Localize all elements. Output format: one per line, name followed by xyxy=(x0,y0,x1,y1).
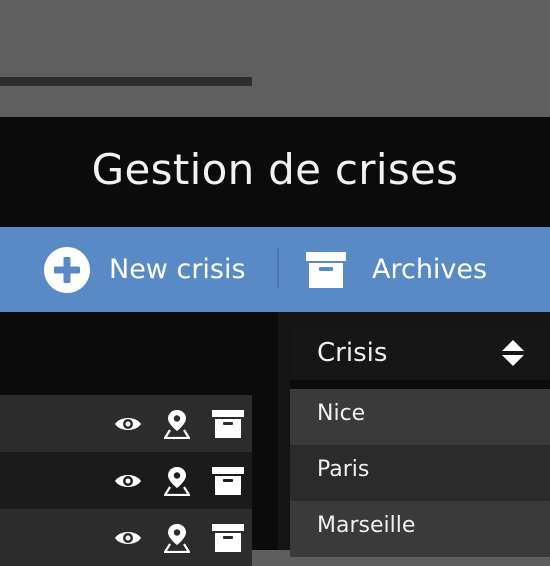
left-list-row xyxy=(0,395,252,452)
view-icon[interactable] xyxy=(114,528,142,548)
action-toolbar: New crisis Archives xyxy=(0,227,550,312)
sort-updown-icon[interactable] xyxy=(501,339,525,371)
plus-circle-icon xyxy=(43,246,91,294)
crisis-item-label: Paris xyxy=(317,457,370,482)
map-pin-icon[interactable] xyxy=(164,409,190,439)
top-gray-band xyxy=(0,0,550,117)
archive-icon[interactable] xyxy=(212,466,244,496)
toolbar-divider xyxy=(277,248,279,288)
view-icon[interactable] xyxy=(114,414,142,434)
app-title: Gestion de crises xyxy=(91,145,459,194)
app-header: Gestion de crises xyxy=(0,117,550,227)
map-pin-icon[interactable] xyxy=(164,466,190,496)
crisis-list-item[interactable]: Paris xyxy=(290,445,550,501)
crisis-item-label: Marseille xyxy=(317,513,416,538)
new-crisis-label: New crisis xyxy=(109,253,246,285)
left-list-row xyxy=(0,509,252,566)
crisis-item-label: Nice xyxy=(317,401,366,426)
view-icon[interactable] xyxy=(114,471,142,491)
crisis-column-label: Crisis xyxy=(317,338,388,368)
archive-box-icon xyxy=(305,250,347,290)
archive-icon[interactable] xyxy=(212,523,244,553)
archive-icon[interactable] xyxy=(212,409,244,439)
left-list-row xyxy=(0,452,252,509)
archives-button[interactable]: Archives xyxy=(305,227,487,312)
map-pin-icon[interactable] xyxy=(164,523,190,553)
crisis-list-item[interactable]: Nice xyxy=(290,389,550,445)
archives-label: Archives xyxy=(372,253,488,285)
crisis-list-item[interactable]: Marseille xyxy=(290,501,550,557)
new-crisis-button[interactable]: New crisis xyxy=(43,227,246,312)
crisis-column-header[interactable]: Crisis xyxy=(290,327,550,380)
left-list-header-strip xyxy=(0,77,252,86)
